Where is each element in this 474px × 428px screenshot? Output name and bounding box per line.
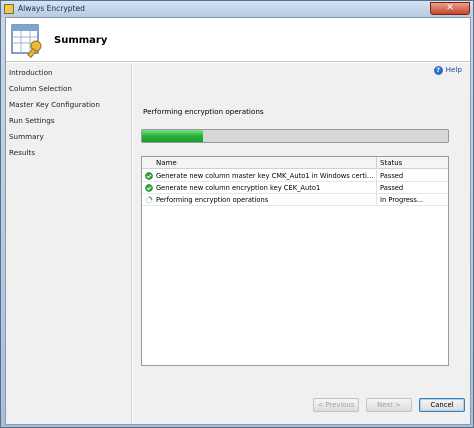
- row-name: Generate new column encryption key CEK_A…: [156, 184, 321, 192]
- row-status: In Progress...: [380, 196, 424, 204]
- grid-header: Name Status: [142, 157, 448, 169]
- table-row[interactable]: Generate new column master key CMK_Auto1…: [142, 170, 448, 182]
- window-title: Always Encrypted: [18, 4, 85, 13]
- column-divider[interactable]: [376, 157, 377, 169]
- main-panel: ? Help Performing encryption operations N…: [133, 63, 470, 424]
- close-icon: ✕: [446, 3, 454, 13]
- page-title: Summary: [54, 35, 108, 46]
- nav-item-summary[interactable]: Summary: [9, 132, 44, 141]
- column-header-name[interactable]: Name: [156, 159, 177, 167]
- help-icon: ?: [433, 65, 443, 75]
- wizard-navigation: Introduction Column Selection Master Key…: [6, 63, 132, 424]
- nav-item-results[interactable]: Results: [9, 148, 35, 157]
- nav-item-run-settings[interactable]: Run Settings: [9, 116, 55, 125]
- check-circle-icon: [145, 184, 153, 192]
- row-status: Passed: [380, 172, 404, 180]
- spinner-icon: [145, 196, 153, 204]
- wizard-client-area: Summary Introduction Column Selection Ma…: [5, 17, 471, 425]
- row-divider: [376, 170, 377, 182]
- table-row[interactable]: Generate new column encryption key CEK_A…: [142, 182, 448, 194]
- row-divider: [376, 194, 377, 206]
- nav-item-column-selection[interactable]: Column Selection: [9, 84, 72, 93]
- wizard-footer: < Previous Next > Cancel: [133, 384, 470, 424]
- check-circle-icon: [145, 172, 153, 180]
- row-name: Generate new column master key CMK_Auto1…: [156, 172, 374, 180]
- nav-item-introduction[interactable]: Introduction: [9, 68, 53, 77]
- nav-item-master-key-configuration[interactable]: Master Key Configuration: [9, 100, 100, 109]
- table-row[interactable]: Performing encryption operations In Prog…: [142, 194, 448, 206]
- progress-bar-fill: [142, 130, 204, 142]
- column-header-status[interactable]: Status: [380, 159, 402, 167]
- wizard-table-key-icon: [11, 24, 42, 58]
- row-divider: [376, 182, 377, 194]
- help-label: Help: [445, 65, 462, 74]
- close-button[interactable]: ✕: [430, 2, 470, 15]
- help-link[interactable]: ? Help: [433, 65, 462, 75]
- next-button[interactable]: Next >: [366, 398, 412, 412]
- progress-bar: [141, 129, 449, 143]
- status-text: Performing encryption operations: [143, 107, 264, 116]
- app-icon: [4, 4, 14, 14]
- cancel-button[interactable]: Cancel: [419, 398, 465, 412]
- title-bar[interactable]: Always Encrypted ✕: [1, 1, 473, 17]
- wizard-header: Summary: [6, 18, 470, 62]
- app-window: Always Encrypted ✕ Summary Introduction …: [0, 0, 474, 428]
- operations-grid: Name Status Generate new column master k…: [141, 156, 449, 366]
- previous-button[interactable]: < Previous: [313, 398, 359, 412]
- row-name: Performing encryption operations: [156, 196, 269, 204]
- row-status: Passed: [380, 184, 404, 192]
